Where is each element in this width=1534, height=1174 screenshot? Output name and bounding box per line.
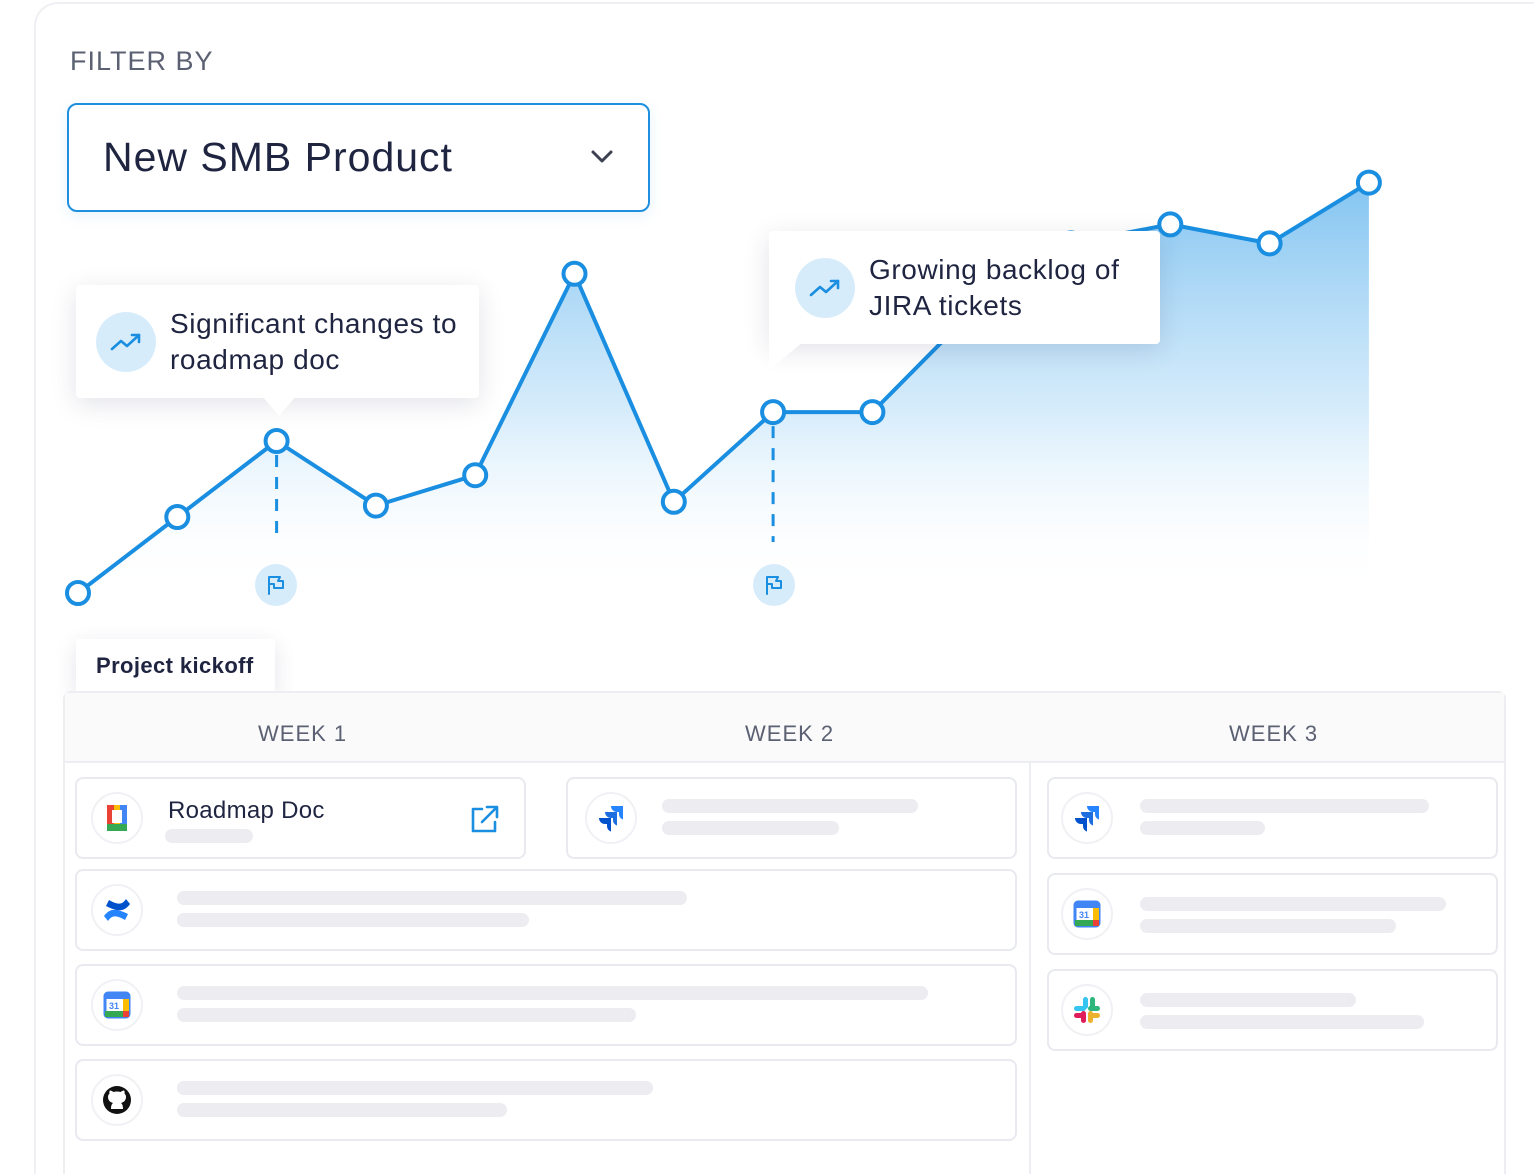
timeline-item-jira[interactable] — [566, 777, 1017, 859]
flag-icon — [268, 576, 284, 595]
chart-point[interactable] — [362, 492, 389, 519]
confluence-icon — [91, 884, 143, 936]
timeline-item-calendar[interactable]: 31 — [1047, 873, 1498, 955]
jira-icon — [585, 792, 637, 844]
placeholder-bar — [1140, 821, 1265, 835]
calendar-day: 31 — [1079, 910, 1089, 920]
placeholder-bar — [1140, 897, 1446, 911]
timeline-header: WEEK 1 WEEK 2 WEEK 3 — [65, 693, 1504, 763]
placeholder-bar — [177, 891, 687, 905]
github-icon — [91, 1074, 143, 1126]
calendar-day: 31 — [109, 1001, 119, 1011]
chart-point[interactable] — [462, 462, 489, 489]
chart-point[interactable] — [660, 488, 687, 515]
annotation-text: Growing backlog of JIRA tickets — [869, 253, 1120, 321]
external-link-icon[interactable] — [467, 803, 501, 837]
chart-point[interactable] — [561, 260, 588, 287]
placeholder-bar — [177, 1103, 507, 1117]
trending-up-icon — [795, 257, 855, 318]
chart-point[interactable] — [760, 399, 787, 426]
placeholder-bar — [662, 821, 839, 835]
flag-marker[interactable] — [255, 564, 297, 606]
tooltip-pointer — [769, 342, 803, 370]
weekly-timeline: WEEK 1 WEEK 2 WEEK 3 Roadmap Doc 31 31 — [63, 691, 1506, 1174]
project-kickoff-label: Project kickoff — [76, 639, 275, 693]
placeholder-bar — [1140, 1015, 1424, 1029]
annotation-text: Significant changes to roadmap doc — [170, 307, 458, 375]
timeline-item-roadmap-doc[interactable]: Roadmap Doc — [75, 777, 526, 859]
annotation-jira-backlog[interactable]: Growing backlog of JIRA tickets — [769, 231, 1160, 344]
chart-point[interactable] — [164, 504, 191, 530]
week-3-header: WEEK 3 — [1229, 721, 1319, 746]
tooltip-pointer — [76, 610, 104, 641]
chart-point[interactable] — [1355, 169, 1382, 196]
jira-icon — [1061, 792, 1113, 844]
timeline-item-jira[interactable] — [1047, 777, 1498, 859]
placeholder-bar — [177, 1008, 636, 1022]
week-2-header: WEEK 2 — [745, 721, 835, 746]
placeholder-bar — [165, 829, 253, 843]
placeholder-bar — [177, 986, 928, 1000]
placeholder-bar — [1140, 799, 1429, 813]
timeline-item-slack[interactable] — [1047, 969, 1498, 1051]
google-calendar-icon: 31 — [91, 979, 143, 1031]
week-1-header: WEEK 1 — [258, 721, 348, 746]
item-title: Roadmap Doc — [168, 797, 325, 824]
timeline-item-calendar[interactable]: 31 — [75, 964, 1017, 1046]
placeholder-bar — [1140, 993, 1356, 1007]
placeholder-bar — [1140, 919, 1396, 933]
flag-marker[interactable] — [753, 564, 795, 606]
timeline-item-github[interactable] — [75, 1059, 1017, 1141]
slack-icon — [1061, 984, 1113, 1036]
placeholder-bar — [662, 799, 918, 813]
google-calendar-icon: 31 — [1061, 888, 1113, 940]
chart-point[interactable] — [1256, 230, 1283, 257]
chart-point[interactable] — [263, 428, 290, 454]
chart-point[interactable] — [65, 580, 91, 606]
placeholder-bar — [177, 913, 529, 927]
timeline-item-confluence[interactable] — [75, 869, 1017, 951]
chart-point[interactable] — [1157, 211, 1184, 238]
column-divider — [1029, 763, 1031, 1174]
trending-up-icon — [96, 311, 156, 372]
annotation-roadmap-changes[interactable]: Significant changes to roadmap doc — [76, 285, 479, 398]
tooltip-pointer — [262, 396, 296, 416]
flag-icon — [766, 576, 782, 595]
chart-point[interactable] — [859, 399, 886, 426]
placeholder-bar — [177, 1081, 653, 1095]
google-docs-icon — [91, 792, 143, 844]
